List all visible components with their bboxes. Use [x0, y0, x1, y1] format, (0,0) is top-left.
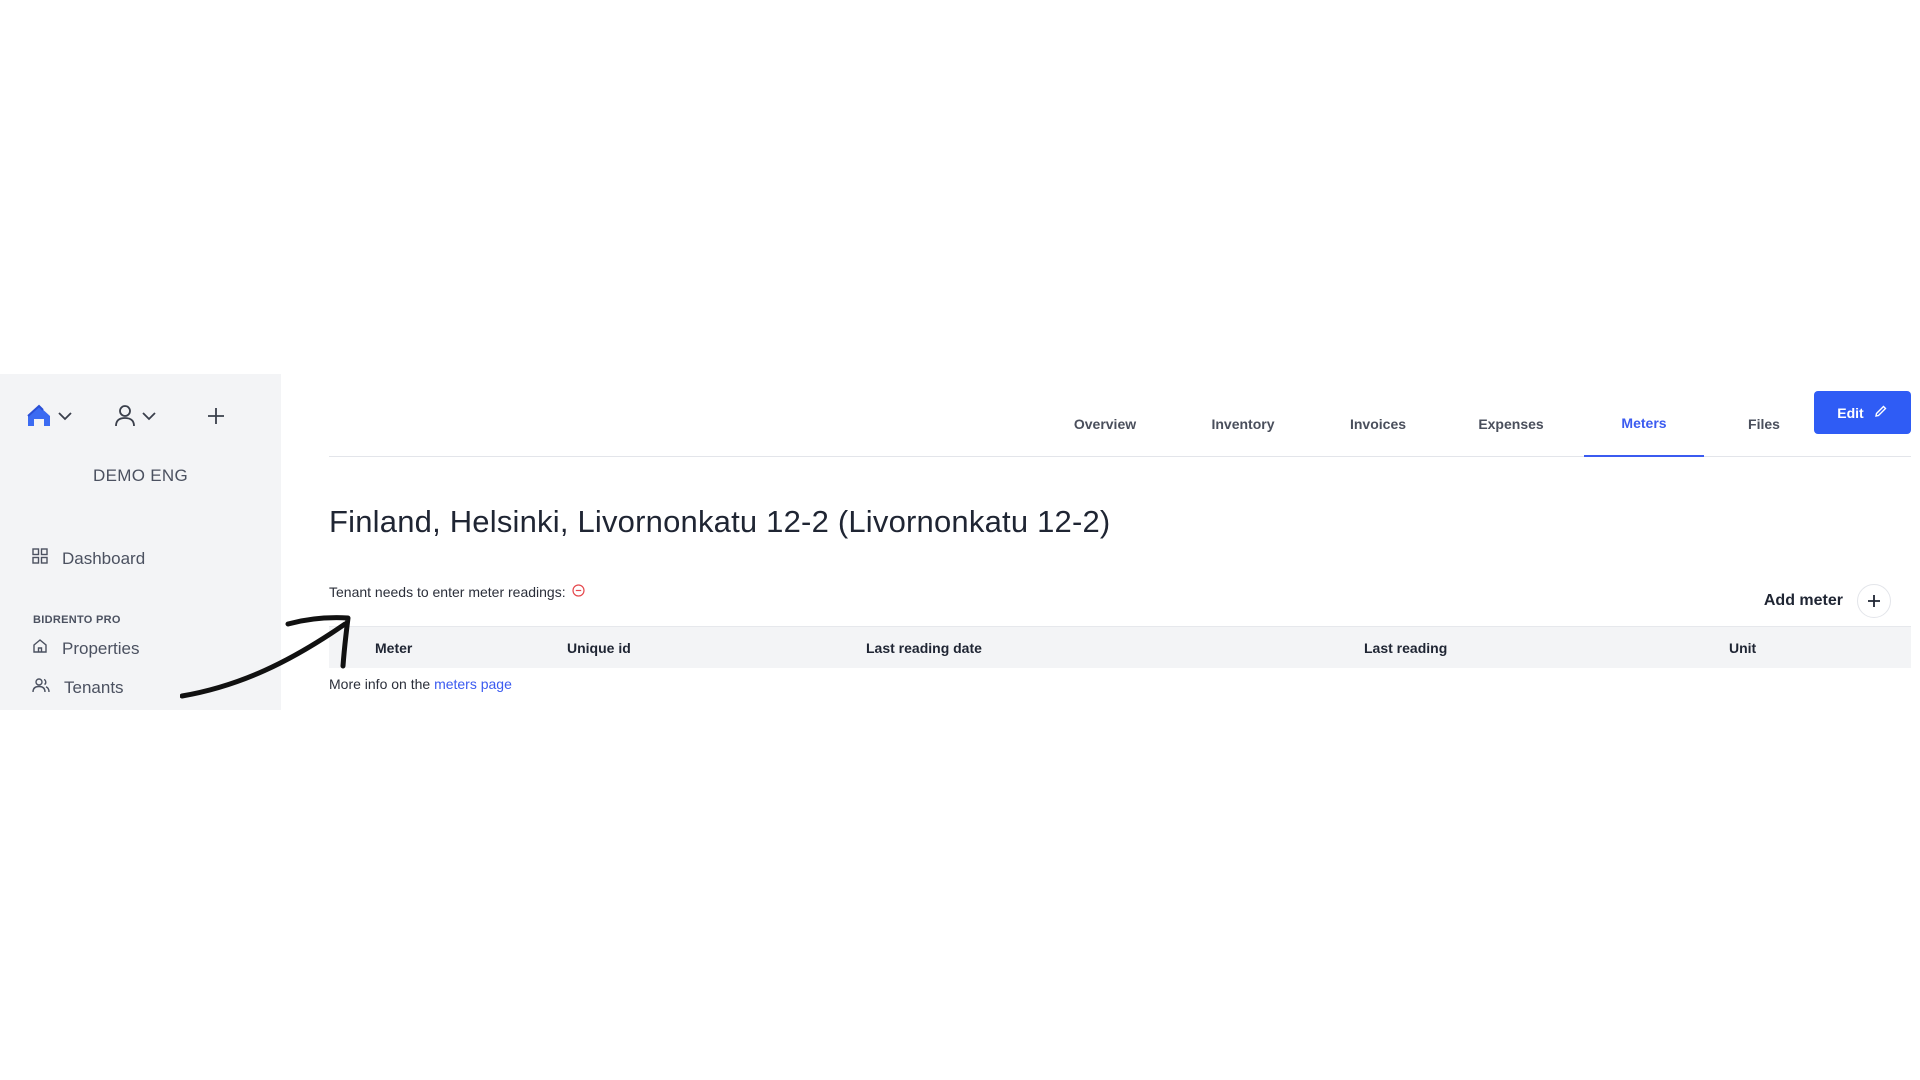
sidebar-item-dashboard[interactable]: Dashboard: [32, 548, 145, 569]
home-logo-icon: [26, 404, 52, 428]
tab-invoices[interactable]: Invoices: [1341, 404, 1415, 457]
chevron-down-icon: [58, 411, 72, 421]
plus-icon: [206, 406, 226, 426]
chevron-down-icon: [142, 411, 156, 421]
users-icon: [32, 677, 50, 698]
add-meter-label: Add meter: [1763, 592, 1843, 609]
column-header-meter[interactable]: Meter: [375, 640, 412, 656]
pencil-icon: [1874, 404, 1888, 421]
edit-button-label: Edit: [1837, 404, 1864, 421]
user-menu-button[interactable]: [114, 396, 156, 436]
organization-name[interactable]: DEMO ENG: [0, 466, 281, 486]
sidebar-item-properties[interactable]: Properties: [32, 638, 139, 659]
plus-icon: [1857, 584, 1891, 618]
sidebar-section-label: BIDRENTO PRO: [33, 614, 121, 626]
tab-meters[interactable]: Meters: [1584, 404, 1704, 457]
user-icon: [114, 404, 136, 428]
edit-button[interactable]: Edit: [1814, 391, 1911, 434]
tenant-note-text: Tenant needs to enter meter readings:: [329, 584, 566, 600]
meters-page-link[interactable]: meters page: [434, 676, 512, 692]
column-header-unit[interactable]: Unit: [1729, 640, 1756, 656]
home-icon: [32, 638, 48, 659]
add-meter-button[interactable]: Add meter: [1764, 584, 1891, 618]
sidebar-top-controls: [26, 396, 255, 436]
sidebar-item-label: Tenants: [64, 677, 124, 697]
tab-expenses[interactable]: Expenses: [1471, 404, 1551, 457]
sidebar-item-label: Dashboard: [62, 548, 146, 568]
tenant-meter-readings-status: Tenant needs to enter meter readings:: [329, 584, 585, 600]
page-title: Finland, Helsinki, Livornonkatu 12-2 (Li…: [329, 504, 1111, 539]
tab-inventory[interactable]: Inventory: [1203, 404, 1283, 457]
column-header-last-reading[interactable]: Last reading: [1364, 640, 1447, 656]
column-header-unique-id[interactable]: Unique id: [567, 640, 631, 656]
sidebar-item-label: Properties: [62, 638, 140, 658]
minus-circle-icon: [571, 584, 585, 600]
annotation-arrow: [180, 615, 351, 699]
property-tabs: Overview Inventory Invoices Expenses Met…: [329, 374, 1911, 457]
dashboard-grid-icon: [32, 548, 48, 569]
main-content: Overview Inventory Invoices Expenses Met…: [329, 374, 1911, 710]
tab-overview[interactable]: Overview: [1065, 404, 1145, 457]
tab-files[interactable]: Files: [1739, 404, 1789, 457]
meters-table-header: Meter Unique id Last reading date Last r…: [329, 626, 1911, 668]
column-header-last-reading-date[interactable]: Last reading date: [866, 640, 982, 656]
home-menu-button[interactable]: [26, 396, 72, 436]
sidebar-item-tenants[interactable]: Tenants: [32, 677, 124, 698]
add-new-button[interactable]: [206, 396, 226, 436]
